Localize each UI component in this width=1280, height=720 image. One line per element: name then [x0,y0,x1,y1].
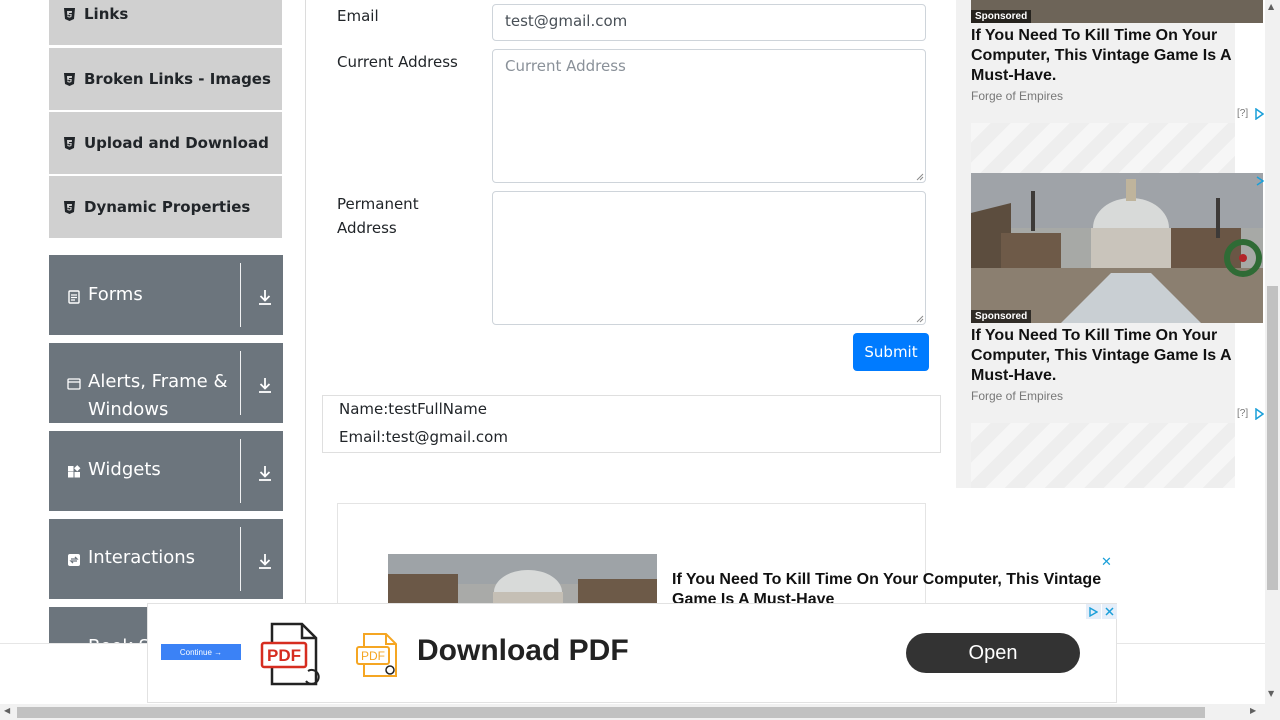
form-icon [68,290,80,304]
ad-image[interactable]: Sponsored [971,0,1263,23]
resize-handle-icon[interactable] [915,172,924,181]
vertical-scrollbar-thumb[interactable] [1267,286,1278,590]
ad-city-image [971,173,1263,323]
ad-close-icon[interactable] [1255,175,1265,187]
current-address-field[interactable]: Current Address [492,49,926,183]
sidebar-group-alerts-frame-windows[interactable]: Alerts, Frame & Windows [49,343,283,423]
sponsored-label: Sponsored [971,10,1032,23]
sidebar-item-links[interactable]: Links [49,0,282,45]
sidebar-item-upload-download[interactable]: Upload and Download [49,112,282,174]
adchoices-icon[interactable] [1255,108,1264,120]
inline-ad-close-icon[interactable]: ✕ [1101,555,1112,570]
sidebar-group-divider [240,527,241,591]
sidebar-group-label: Interactions [88,547,196,568]
pdf-icon-text: PDF [361,649,385,663]
sidebar-item-label: Upload and Download [84,134,269,152]
scroll-down-arrow-icon[interactable]: ▼ [1268,689,1274,698]
current-address-placeholder: Current Address [505,57,626,75]
widgets-icon [68,465,81,478]
permanent-address-label-line1: Permanent [337,195,419,213]
submit-button[interactable]: Submit [853,333,929,371]
html5-icon [63,72,76,86]
output-email: Email:test@gmail.com [339,428,508,446]
window-icon [67,378,81,390]
sidebar-group-label-line2: Windows [88,399,169,420]
banner-close-icon[interactable] [1102,604,1117,619]
pdf-file-icon: PDF [260,622,320,686]
banner-title[interactable]: Download PDF [417,634,629,668]
sidebar-group-interactions[interactable]: Interactions [49,519,283,599]
email-field-value: test@gmail.com [505,12,628,30]
sidebar-item-label: Links [84,5,129,23]
interactions-icon [68,554,80,566]
download-arrow-icon[interactable] [257,464,273,482]
ad-help-link[interactable]: [?] [1237,108,1248,119]
pdf-icon-text: PDF [267,646,301,665]
permanent-address-field[interactable] [492,191,926,325]
sidebar-item-dynamic-properties[interactable]: Dynamic Properties [49,176,282,238]
horizontal-scrollbar-thumb[interactable] [17,707,1205,718]
ad-title-link[interactable]: If You Need To Kill Time On Your Compute… [971,26,1261,86]
sidebar-group-label: Widgets [88,459,161,480]
current-address-label: Current Address [337,53,458,71]
download-arrow-icon[interactable] [257,288,273,306]
resize-handle-icon[interactable] [915,314,924,323]
ad-placeholder-area [971,123,1235,173]
html5-icon [63,7,76,21]
permanent-address-label-line2: Address [337,219,397,237]
download-arrow-icon[interactable] [257,376,273,394]
continue-button[interactable]: Continue → [161,644,241,660]
ad-title-link[interactable]: If You Need To Kill Time On Your Compute… [971,326,1261,386]
sidebar-group-forms[interactable]: Forms [49,255,283,335]
sponsored-label: Sponsored [971,310,1032,323]
adchoices-icon[interactable] [1255,408,1264,420]
sidebar-group-divider [240,351,241,415]
output-panel: Name:testFullName Email:test@gmail.com [322,395,941,453]
open-button[interactable]: Open [906,633,1080,673]
sidebar-item-broken-links[interactable]: Broken Links - Images [49,48,282,110]
sidebar-group-label: Forms [88,284,143,305]
ad-placeholder-area [971,423,1235,488]
scroll-left-arrow-icon[interactable]: ◀ [4,706,10,715]
email-field[interactable]: test@gmail.com [492,4,926,41]
ad-image[interactable]: Sponsored [971,173,1263,323]
html5-icon [63,136,76,150]
adchoices-icon[interactable] [1086,604,1101,619]
sidebar-divider [305,0,306,643]
sidebar-group-divider [240,263,241,327]
sidebar-item-label: Broken Links - Images [84,70,271,88]
scroll-right-arrow-icon[interactable]: ▶ [1250,706,1256,715]
ad-source: Forge of Empires [971,389,1064,403]
pdf-file-icon: PDF [356,633,397,677]
scroll-up-arrow-icon[interactable]: ▲ [1268,2,1274,11]
ad-source: Forge of Empires [971,89,1064,103]
sidebar-item-label: Dynamic Properties [84,198,251,216]
download-arrow-icon[interactable] [257,552,273,570]
bottom-banner-ad[interactable]: Continue → PDF PDF Download PDF Open [147,603,1117,703]
email-label: Email [337,7,379,25]
html5-icon [63,200,76,214]
ad-help-link[interactable]: [?] [1237,408,1248,419]
sidebar-group-divider [240,439,241,503]
output-name: Name:testFullName [339,400,488,418]
sidebar-group-label-line1: Alerts, Frame & [88,371,228,392]
sidebar-group-widgets[interactable]: Widgets [49,431,283,511]
